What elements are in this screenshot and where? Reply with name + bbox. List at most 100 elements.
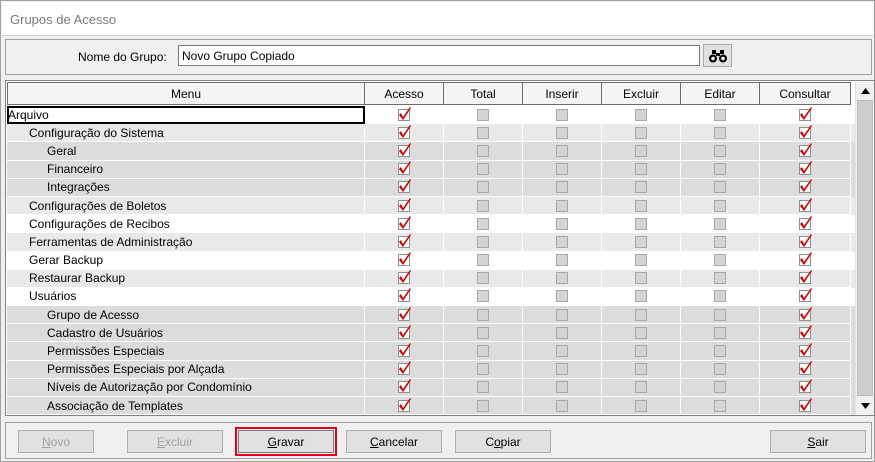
inserir-checkbox[interactable] [556, 181, 568, 194]
excluir-checkbox[interactable] [635, 181, 647, 194]
table-row[interactable]: Configurações de Recibos [7, 215, 855, 234]
editar-checkbox[interactable] [714, 126, 726, 139]
consultar-checkbox[interactable] [799, 397, 812, 412]
acesso-checkbox[interactable] [398, 197, 411, 212]
menu-cell[interactable]: Configurações de Boletos [7, 196, 365, 216]
inserir-checkbox[interactable] [556, 363, 568, 376]
acesso-checkbox[interactable] [398, 270, 411, 285]
column-header-excluir[interactable]: Excluir [602, 82, 681, 105]
inserir-checkbox[interactable] [556, 308, 568, 321]
column-header-acesso[interactable]: Acesso [365, 82, 444, 105]
total-checkbox[interactable] [477, 217, 489, 230]
acesso-checkbox[interactable] [398, 343, 411, 358]
table-row[interactable]: Usuários [7, 287, 855, 307]
acesso-checkbox[interactable] [398, 361, 411, 376]
excluir-checkbox[interactable] [635, 144, 647, 157]
table-row[interactable]: Configuração do Sistema [7, 124, 855, 143]
consultar-checkbox[interactable] [799, 142, 812, 157]
table-row[interactable]: Geral [7, 142, 855, 161]
menu-cell[interactable]: Usuários [7, 287, 365, 307]
editar-checkbox[interactable] [714, 235, 726, 248]
table-row[interactable]: Níveis de Autorização por Condomínio [7, 378, 855, 397]
menu-cell[interactable]: Financeiro [7, 160, 365, 179]
table-row[interactable]: Integrações [7, 178, 855, 197]
inserir-checkbox[interactable] [556, 235, 568, 248]
total-checkbox[interactable] [477, 163, 489, 176]
consultar-checkbox[interactable] [799, 324, 812, 339]
editar-checkbox[interactable] [714, 217, 726, 230]
copy-button[interactable]: Co piar [455, 430, 551, 453]
inserir-checkbox[interactable] [556, 254, 568, 267]
consultar-checkbox[interactable] [799, 270, 812, 285]
consultar-checkbox[interactable] [799, 179, 812, 194]
total-checkbox[interactable] [477, 399, 489, 412]
editar-checkbox[interactable] [714, 326, 726, 339]
acesso-checkbox[interactable] [398, 379, 411, 394]
inserir-checkbox[interactable] [556, 399, 568, 412]
acesso-checkbox[interactable] [398, 324, 411, 339]
menu-cell[interactable]: Restaurar Backup [7, 269, 365, 288]
menu-cell[interactable]: Configurações de Recibos [7, 215, 365, 234]
inserir-checkbox[interactable] [556, 144, 568, 157]
acesso-checkbox[interactable] [398, 397, 411, 412]
acesso-checkbox[interactable] [398, 179, 411, 194]
scroll-down-button[interactable] [856, 397, 874, 414]
editar-checkbox[interactable] [714, 108, 726, 121]
menu-cell[interactable]: Permissões Especiais por Alçada [7, 360, 365, 379]
total-checkbox[interactable] [477, 254, 489, 267]
acesso-checkbox[interactable] [398, 161, 411, 176]
group-name-input[interactable] [178, 45, 700, 66]
excluir-checkbox[interactable] [635, 381, 647, 394]
total-checkbox[interactable] [477, 272, 489, 285]
table-row[interactable]: Cadastro de Usuários [7, 324, 855, 343]
total-checkbox[interactable] [477, 326, 489, 339]
editar-checkbox[interactable] [714, 363, 726, 376]
editar-checkbox[interactable] [714, 163, 726, 176]
column-header-consultar[interactable]: Consultar [760, 82, 851, 105]
consultar-checkbox[interactable] [799, 106, 812, 121]
menu-cell[interactable]: Geral [7, 142, 365, 161]
acesso-checkbox[interactable] [398, 288, 411, 303]
total-checkbox[interactable] [477, 290, 489, 303]
acesso-checkbox[interactable] [398, 106, 411, 121]
total-checkbox[interactable] [477, 363, 489, 376]
menu-cell[interactable]: Arquivo [7, 106, 365, 125]
editar-checkbox[interactable] [714, 254, 726, 267]
inserir-checkbox[interactable] [556, 290, 568, 303]
inserir-checkbox[interactable] [556, 272, 568, 285]
consultar-checkbox[interactable] [799, 361, 812, 376]
excluir-checkbox[interactable] [635, 217, 647, 230]
excluir-checkbox[interactable] [635, 326, 647, 339]
inserir-checkbox[interactable] [556, 326, 568, 339]
column-header-editar[interactable]: Editar [681, 82, 760, 105]
table-row[interactable]: Ferramentas de Administração [7, 233, 855, 252]
scroll-up-button[interactable] [856, 82, 874, 99]
excluir-checkbox[interactable] [635, 235, 647, 248]
table-row[interactable]: Permissões Especiais por Alçada [7, 360, 855, 379]
table-row[interactable]: Associação de Templates [7, 397, 855, 415]
column-header-menu[interactable]: Menu [7, 82, 365, 105]
total-checkbox[interactable] [477, 345, 489, 358]
column-header-total[interactable]: Total [444, 82, 523, 105]
exit-button[interactable]: Sair [770, 430, 866, 453]
editar-checkbox[interactable] [714, 399, 726, 412]
delete-button[interactable]: Excluir [127, 430, 223, 453]
table-row[interactable]: Financeiro [7, 160, 855, 179]
inserir-checkbox[interactable] [556, 199, 568, 212]
total-checkbox[interactable] [477, 381, 489, 394]
excluir-checkbox[interactable] [635, 254, 647, 267]
total-checkbox[interactable] [477, 126, 489, 139]
acesso-checkbox[interactable] [398, 306, 411, 321]
inserir-checkbox[interactable] [556, 345, 568, 358]
menu-cell[interactable]: Ferramentas de Administração [7, 233, 365, 252]
acesso-checkbox[interactable] [398, 233, 411, 248]
editar-checkbox[interactable] [714, 290, 726, 303]
table-row[interactable]: Grupo de Acesso [7, 306, 855, 325]
consultar-checkbox[interactable] [799, 215, 812, 230]
consultar-checkbox[interactable] [799, 233, 812, 248]
table-row[interactable]: Configurações de Boletos [7, 196, 855, 216]
total-checkbox[interactable] [477, 144, 489, 157]
search-button[interactable] [703, 44, 732, 67]
editar-checkbox[interactable] [714, 381, 726, 394]
cancel-button[interactable]: Cancelar [346, 430, 442, 453]
